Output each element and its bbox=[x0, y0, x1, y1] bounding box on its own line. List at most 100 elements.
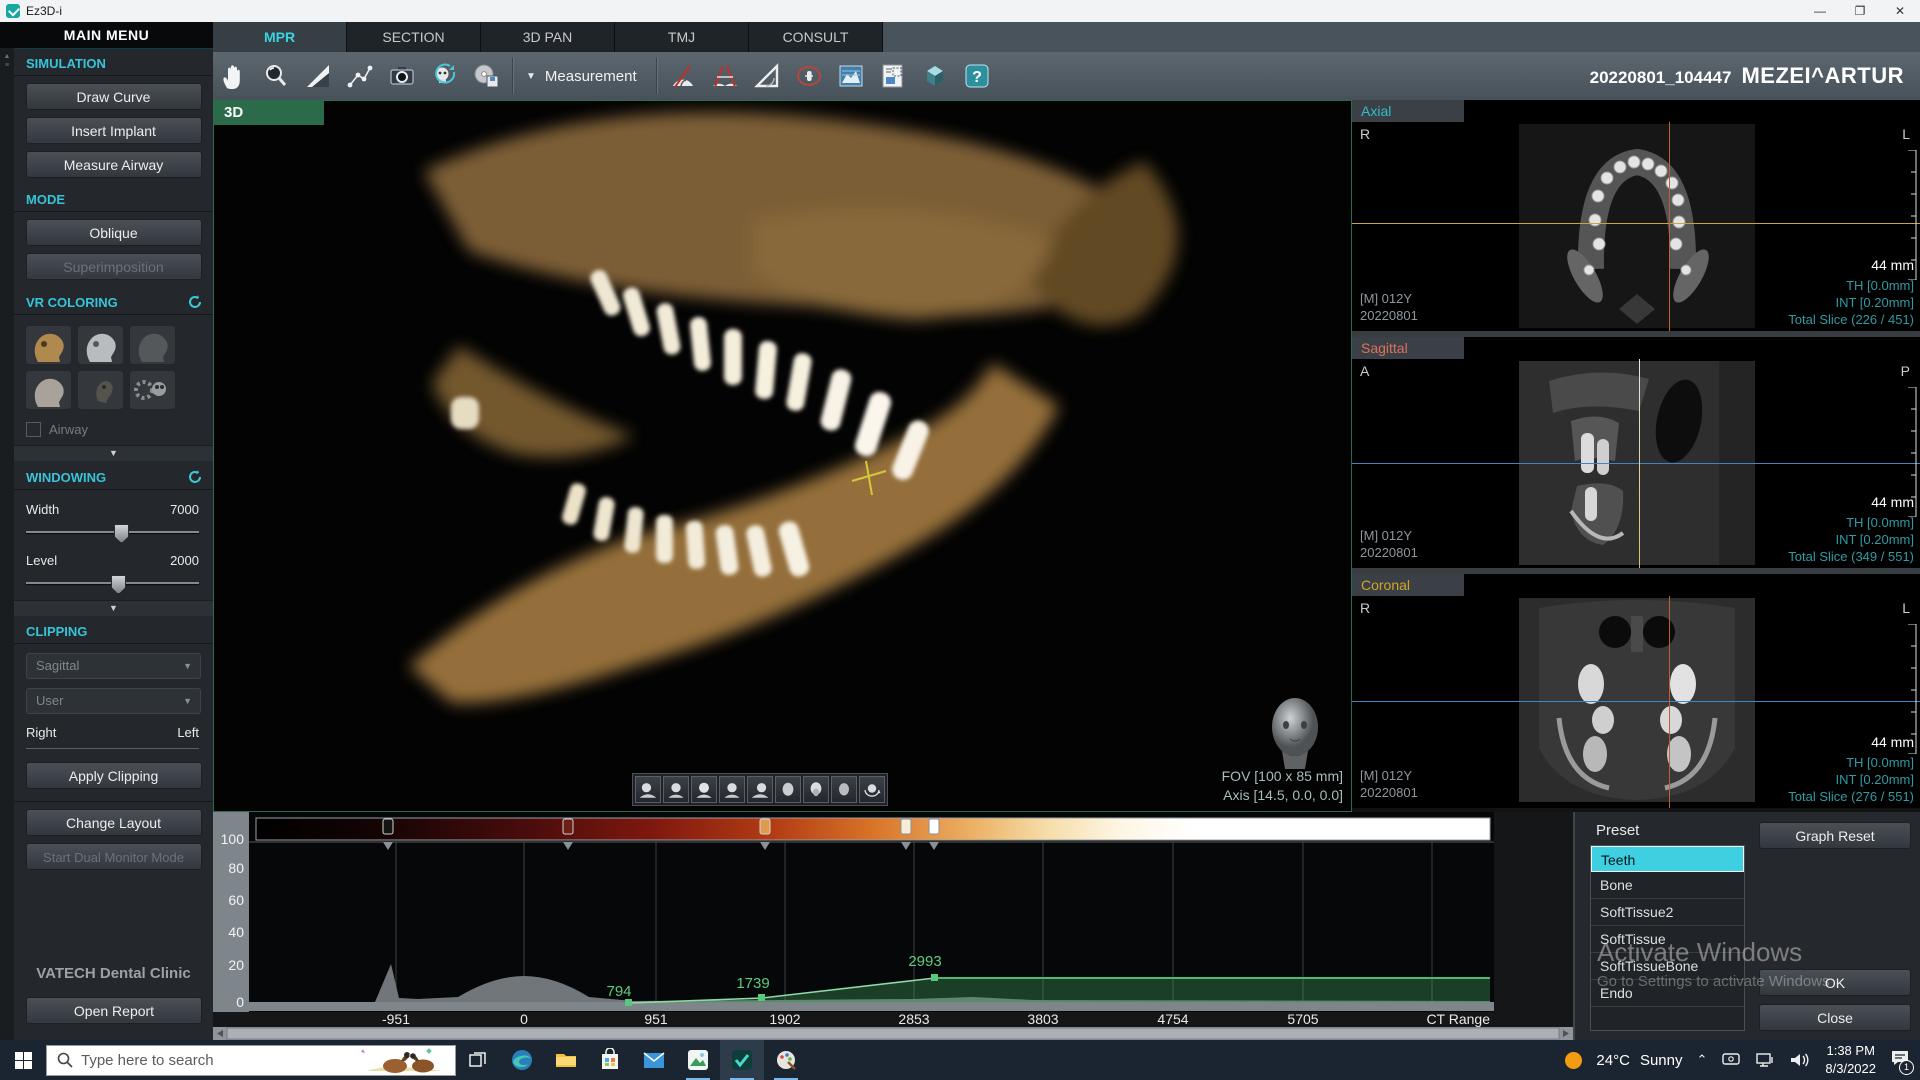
coronal-crosshair-vertical[interactable] bbox=[1669, 596, 1670, 808]
ez3d-app-icon[interactable] bbox=[720, 1040, 764, 1080]
search-highlight-art[interactable] bbox=[357, 1047, 453, 1075]
airway-checkbox[interactable] bbox=[26, 422, 41, 437]
file-explorer-icon[interactable] bbox=[544, 1040, 588, 1080]
draw-curve-button[interactable]: Draw Curve bbox=[26, 83, 202, 110]
weather-sun-icon[interactable] bbox=[1565, 1052, 1582, 1069]
orient-left-oblique-button[interactable] bbox=[635, 776, 661, 803]
weather-status[interactable]: 24°C Sunny bbox=[1596, 1052, 1682, 1069]
superimposition-button[interactable]: Superimposition bbox=[26, 253, 202, 280]
reset-view-icon[interactable] bbox=[423, 56, 465, 96]
histogram-tool-icon[interactable] bbox=[830, 56, 872, 96]
level-slider-thumb[interactable] bbox=[111, 575, 126, 594]
preset-item-softtissuebone[interactable]: SoftTissueBone bbox=[1591, 953, 1744, 980]
orient-rotate-button[interactable] bbox=[859, 776, 885, 803]
double-angle-measure-icon[interactable] bbox=[704, 56, 746, 96]
network-icon[interactable] bbox=[1755, 1052, 1775, 1068]
measurement-dropdown[interactable]: ▼ Measurement bbox=[518, 68, 651, 85]
close-dialog-button[interactable]: Close bbox=[1759, 1004, 1911, 1031]
coronal-crosshair-horizontal[interactable] bbox=[1352, 701, 1920, 702]
orient-bottom-button[interactable] bbox=[831, 776, 857, 803]
sidebar-scroll-rail[interactable]: ▲≡ bbox=[0, 48, 14, 1040]
tab-mpr[interactable]: MPR bbox=[213, 22, 347, 52]
taskbar-clock[interactable]: 1:38 PM 8/3/2022 bbox=[1825, 1042, 1876, 1077]
preset-item-softtissue2[interactable]: SoftTissue2 bbox=[1591, 899, 1744, 926]
axial-slice-view[interactable]: R L [M] 012Y 20220801 44 mm TH [0.0mm] I… bbox=[1352, 122, 1920, 331]
vr-thumb-soft-tissue[interactable] bbox=[25, 370, 72, 410]
edge-browser-icon[interactable] bbox=[500, 1040, 544, 1080]
microsoft-store-icon[interactable] bbox=[588, 1040, 632, 1080]
photos-app-icon[interactable] bbox=[676, 1040, 720, 1080]
sagittal-crosshair-horizontal[interactable] bbox=[1352, 463, 1920, 464]
graph-scrollbar[interactable] bbox=[213, 1027, 1573, 1040]
tab-tmj[interactable]: TMJ bbox=[615, 22, 749, 52]
contrast-icon[interactable] bbox=[297, 56, 339, 96]
orient-front-button[interactable] bbox=[691, 776, 717, 803]
vr-coloring-reset-icon[interactable] bbox=[187, 294, 203, 310]
capture-camera-icon[interactable] bbox=[381, 56, 423, 96]
minimize-button[interactable]: — bbox=[1800, 0, 1840, 22]
implant-circle-icon[interactable] bbox=[788, 56, 830, 96]
vr-transfer-function-graph[interactable]: 794 1739 2993 100 80 60 40 20 0 -951 bbox=[213, 812, 1573, 1040]
orient-left-button[interactable] bbox=[663, 776, 689, 803]
start-button[interactable] bbox=[0, 1040, 46, 1080]
restore-button[interactable]: ❐ bbox=[1840, 0, 1880, 22]
orient-right-button[interactable] bbox=[719, 776, 745, 803]
tray-overflow-chevron[interactable]: ⌃ bbox=[1696, 1052, 1707, 1068]
sagittal-crosshair-vertical[interactable] bbox=[1639, 359, 1640, 568]
close-button[interactable]: ✕ bbox=[1880, 0, 1920, 22]
tab-consult[interactable]: CONSULT bbox=[749, 22, 883, 52]
zoom-icon[interactable] bbox=[255, 56, 297, 96]
vr-thumb-custom[interactable] bbox=[129, 370, 176, 410]
volume-render-view[interactable]: 3D bbox=[213, 100, 1352, 812]
windowing-reset-icon[interactable] bbox=[187, 469, 203, 485]
report-layout-icon[interactable] bbox=[872, 56, 914, 96]
oblique-button[interactable]: Oblique bbox=[26, 219, 202, 246]
open-report-button[interactable]: Open Report bbox=[26, 997, 202, 1024]
vr-thumb-mip[interactable] bbox=[77, 370, 124, 410]
help-icon[interactable]: ? bbox=[956, 56, 998, 96]
preset-item-softtissue[interactable]: SoftTissue bbox=[1591, 926, 1744, 953]
vr-collapse-arrow[interactable]: ▼ bbox=[14, 445, 213, 461]
sagittal-slice-view[interactable]: A P [M] 012Y 20220801 44 mm TH [0.0mm] I… bbox=[1352, 359, 1920, 568]
coronal-slice-view[interactable]: R L [M] 012Y 20220801 44 mm TH [0.0mm] I… bbox=[1352, 596, 1920, 808]
level-slider[interactable] bbox=[26, 574, 199, 592]
ok-button[interactable]: OK bbox=[1759, 969, 1911, 996]
volume-icon[interactable] bbox=[1789, 1052, 1811, 1068]
preset-item-bone[interactable]: Bone bbox=[1591, 872, 1744, 899]
orient-back-button[interactable] bbox=[775, 776, 801, 803]
clipping-plane-dropdown[interactable]: Sagittal▼ bbox=[26, 653, 201, 679]
taskbar-search-box[interactable]: Type here to search bbox=[46, 1045, 456, 1076]
width-slider-thumb[interactable] bbox=[114, 524, 129, 543]
notification-center-button[interactable]: 1 bbox=[1890, 1049, 1910, 1072]
apply-clipping-button[interactable]: Apply Clipping bbox=[26, 762, 202, 789]
insert-implant-button[interactable]: Insert Implant bbox=[26, 117, 202, 144]
angle-measure-icon[interactable] bbox=[662, 56, 704, 96]
measure-line-icon[interactable] bbox=[339, 56, 381, 96]
clipping-mode-dropdown[interactable]: User▼ bbox=[26, 688, 201, 714]
orient-top-button[interactable] bbox=[803, 776, 829, 803]
3d-volume-icon[interactable] bbox=[914, 56, 956, 96]
axial-crosshair-horizontal[interactable] bbox=[1352, 223, 1920, 224]
measure-airway-button[interactable]: Measure Airway bbox=[26, 151, 202, 178]
preset-item-teeth[interactable]: Teeth bbox=[1591, 846, 1744, 872]
graph-reset-button[interactable]: Graph Reset bbox=[1759, 822, 1911, 849]
tab-section[interactable]: SECTION bbox=[347, 22, 481, 52]
vr-thumb-gray[interactable] bbox=[129, 325, 176, 365]
dual-monitor-button[interactable]: Start Dual Monitor Mode bbox=[26, 843, 202, 870]
preset-item-endo[interactable]: Endo bbox=[1591, 980, 1744, 1007]
paint-app-icon[interactable] bbox=[764, 1040, 808, 1080]
windowing-collapse-arrow[interactable]: ▼ bbox=[14, 600, 213, 616]
orient-right-oblique-button[interactable] bbox=[747, 776, 773, 803]
cast-icon[interactable] bbox=[1721, 1052, 1741, 1068]
mail-app-icon[interactable] bbox=[632, 1040, 676, 1080]
pan-hand-icon[interactable] bbox=[213, 56, 255, 96]
change-layout-button[interactable]: Change Layout bbox=[26, 809, 202, 836]
task-view-button[interactable] bbox=[456, 1040, 500, 1080]
set-square-icon[interactable] bbox=[746, 56, 788, 96]
vr-thumb-hard-tissue[interactable] bbox=[25, 325, 72, 365]
tab-3d-pan[interactable]: 3D PAN bbox=[481, 22, 615, 52]
save-cd-icon[interactable] bbox=[465, 56, 507, 96]
width-slider[interactable] bbox=[26, 523, 199, 541]
vr-thumb-bone[interactable] bbox=[77, 325, 124, 365]
axial-crosshair-vertical[interactable] bbox=[1669, 122, 1670, 331]
